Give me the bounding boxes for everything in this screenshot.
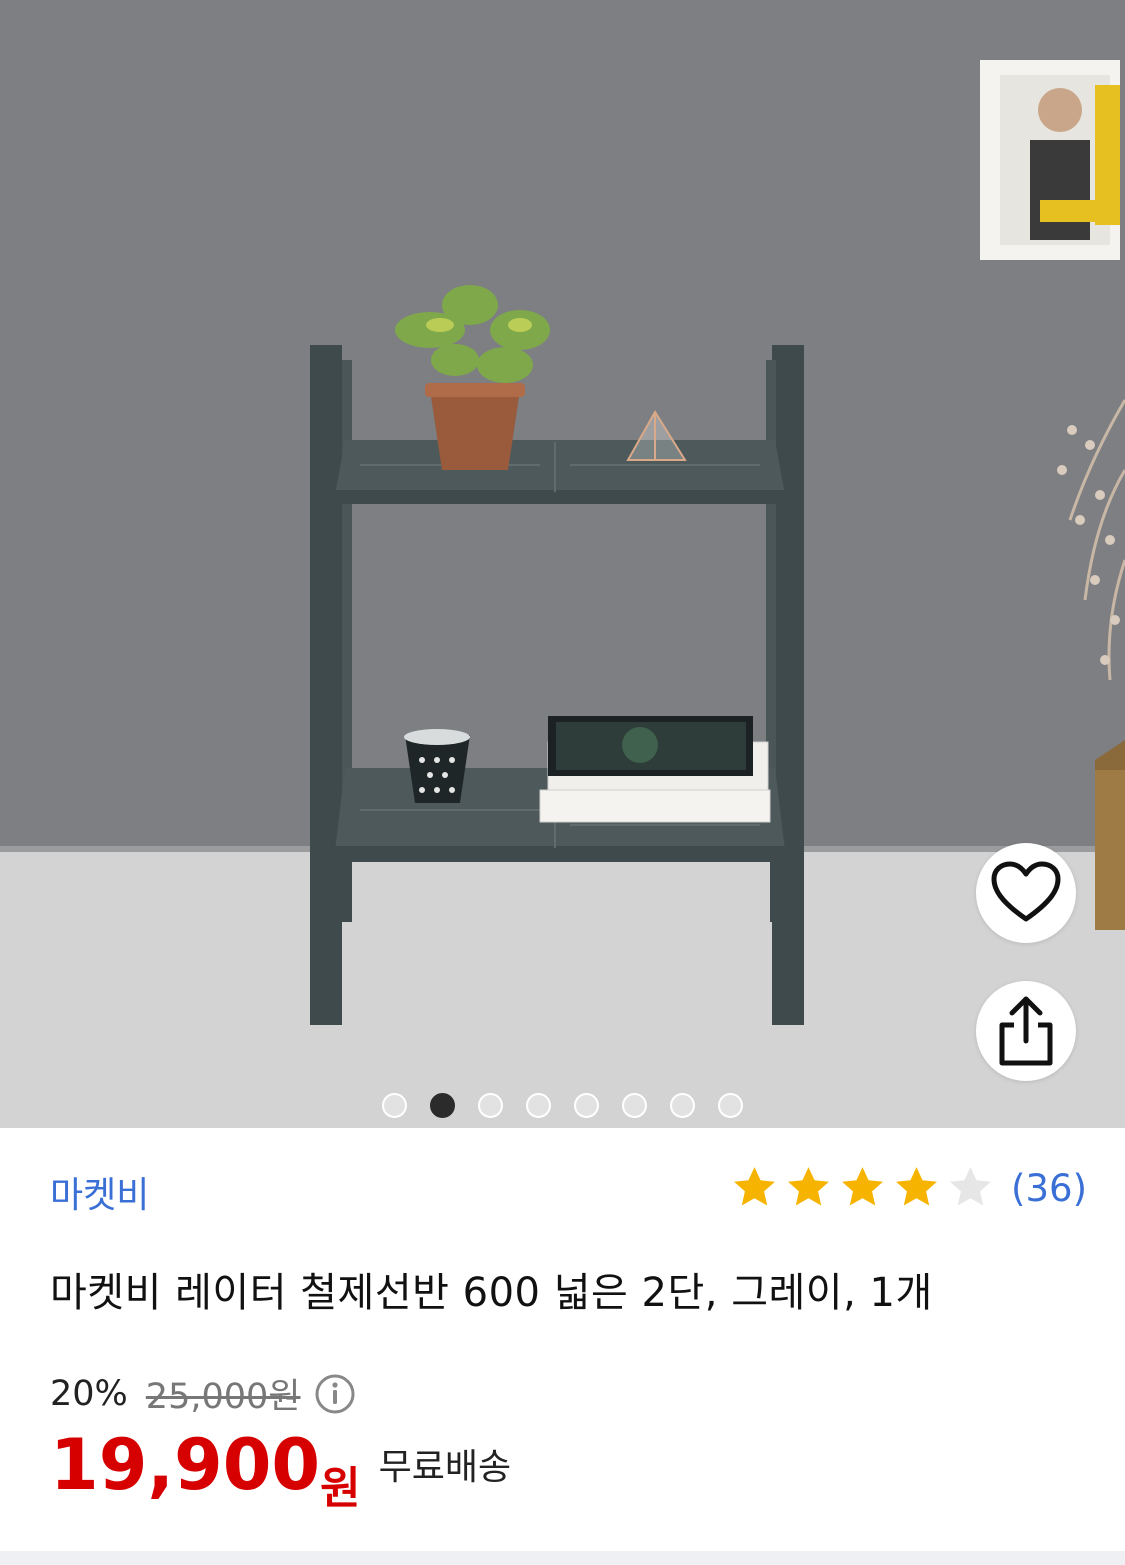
product-title: 마켓비 레이터 철제선반 600 넓은 2단, 그레이, 1개 — [50, 1270, 933, 1316]
original-price: 25,000원 — [145, 1377, 301, 1417]
share-icon — [999, 996, 1053, 1066]
gallery-dot[interactable] — [526, 1093, 551, 1118]
review-count[interactable]: (36) — [1011, 1167, 1087, 1210]
star-icon-filled — [734, 1167, 775, 1206]
star-icon-empty — [950, 1167, 991, 1206]
product-photo — [0, 0, 1125, 1128]
gallery-dot[interactable] — [382, 1093, 407, 1118]
gallery-dot[interactable] — [622, 1093, 647, 1118]
star-icon-filled — [788, 1167, 829, 1206]
shipping-label: 무료배송 — [378, 1447, 512, 1488]
gallery-dot-active[interactable] — [430, 1093, 455, 1118]
wishlist-button[interactable] — [976, 843, 1076, 943]
gallery-dot[interactable] — [670, 1093, 695, 1118]
book-stack — [539, 716, 771, 823]
star-rating — [728, 1163, 997, 1213]
discount-rate: 20% — [50, 1373, 128, 1414]
sale-price: 19,900 — [50, 1424, 321, 1506]
woven-basket — [1095, 740, 1125, 930]
section-divider — [0, 1551, 1125, 1565]
wall-poster — [980, 60, 1120, 260]
star-icon-filled — [896, 1167, 937, 1206]
discount-row: 20% 25,000원 — [50, 1368, 356, 1419]
product-image-gallery[interactable] — [0, 0, 1125, 1128]
gallery-dot[interactable] — [478, 1093, 503, 1118]
rating-summary[interactable]: (36) — [728, 1163, 1087, 1213]
sale-price-row: 19,900 원 무료배송 — [50, 1424, 511, 1516]
gallery-dot[interactable] — [718, 1093, 743, 1118]
brand-link[interactable]: 마켓비 — [50, 1166, 149, 1218]
currency-unit: 원 — [320, 1463, 361, 1514]
patterned-cup — [404, 729, 470, 803]
gallery-dot[interactable] — [574, 1093, 599, 1118]
star-icon-filled — [842, 1167, 883, 1206]
heart-icon — [991, 861, 1061, 922]
product-info: 마켓비 (36) 마켓비 레이터 철제선반 600 넓은 2단, 그레이, 1개… — [0, 1128, 1125, 1565]
share-button[interactable] — [976, 981, 1076, 1081]
gallery-pagination — [382, 1093, 743, 1118]
info-icon[interactable] — [314, 1373, 356, 1415]
